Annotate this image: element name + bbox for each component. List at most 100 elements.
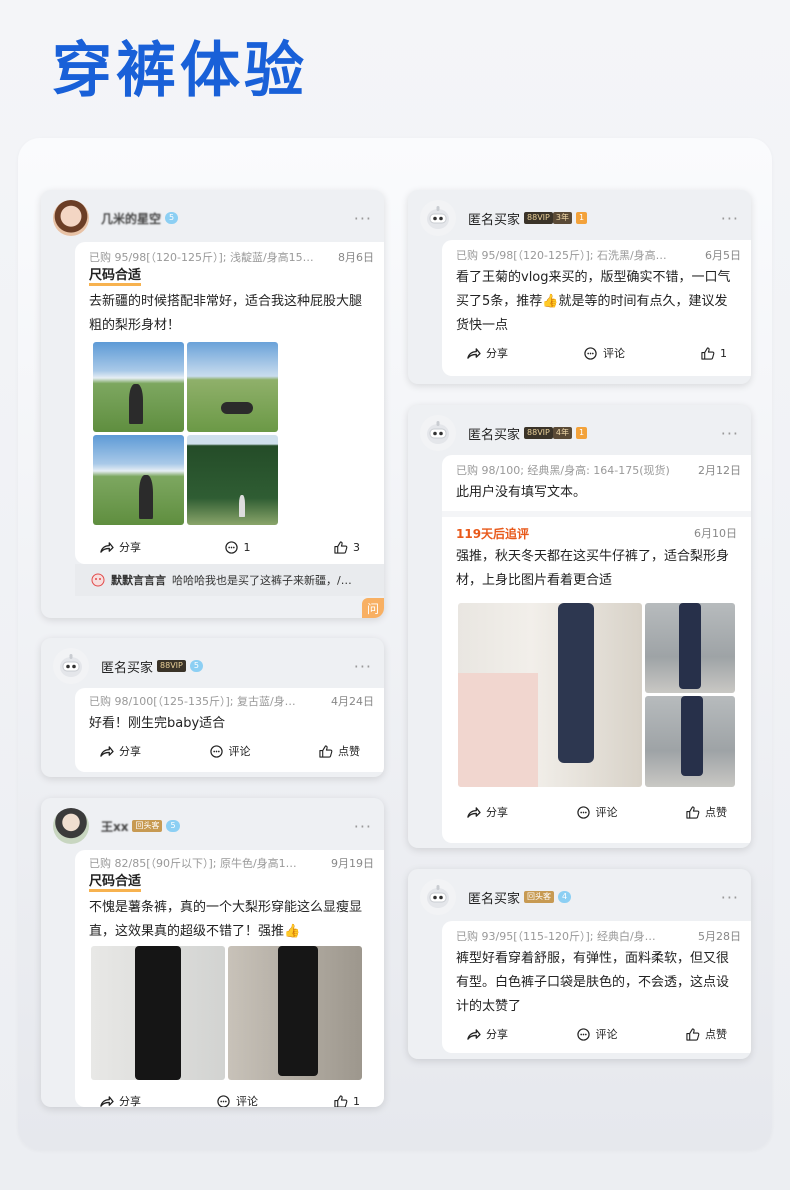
more-options-icon[interactable]: ··· bbox=[721, 209, 739, 228]
robot-avatar-icon bbox=[60, 654, 82, 677]
review-card[interactable]: 王xx 回头客 5 ··· 已购 82/85[（90斤以下）]; 原牛色/身高1… bbox=[41, 798, 384, 1107]
like-label: 点赞 bbox=[338, 745, 360, 758]
reviewer-name[interactable]: 匿名买家 bbox=[101, 657, 153, 676]
comment-button[interactable]: 评论 bbox=[583, 345, 625, 361]
comment-label: 评论 bbox=[595, 806, 618, 819]
comment-button[interactable]: 1 bbox=[224, 541, 251, 554]
share-button[interactable]: 分享 bbox=[99, 539, 141, 555]
review-photo[interactable] bbox=[187, 342, 278, 432]
like-button[interactable]: 1 bbox=[333, 1094, 360, 1108]
review-card[interactable]: 匿名买家 88VIP 5 ··· 已购 98/100[（125-135斤）]; … bbox=[41, 638, 384, 777]
comment-count: 1 bbox=[243, 540, 251, 554]
like-button[interactable]: 1 bbox=[700, 347, 727, 360]
vip-years-badge: 4年 bbox=[552, 427, 572, 439]
comment-button[interactable]: 评论 bbox=[576, 1026, 618, 1042]
more-options-icon[interactable]: ··· bbox=[721, 888, 739, 907]
share-icon bbox=[100, 745, 114, 757]
diamond-badge: 5 bbox=[166, 820, 180, 832]
share-button[interactable]: 分享 bbox=[466, 804, 508, 820]
returning-customer-badge: 回头客 bbox=[524, 891, 555, 903]
share-label: 分享 bbox=[486, 347, 508, 360]
reviewer-name[interactable]: 王xx bbox=[101, 818, 128, 835]
review-photo[interactable] bbox=[645, 603, 735, 693]
more-options-icon[interactable]: ··· bbox=[354, 209, 372, 228]
more-options-icon[interactable]: ··· bbox=[354, 657, 372, 676]
review-text: 看了王菊的vlog来买的，版型确实不错，一口气买了5条，推荐👍就是等的时间有点久… bbox=[456, 270, 731, 333]
review-header: 几米的星空 5 ··· bbox=[53, 198, 372, 238]
review-actions: 分享 1 3 bbox=[75, 532, 384, 562]
robot-avatar-icon bbox=[427, 206, 449, 229]
thumbs-up-icon bbox=[686, 1027, 700, 1041]
comment-button[interactable]: 评论 bbox=[216, 1093, 258, 1107]
review-actions: 分享 评论 点赞 bbox=[75, 736, 384, 766]
avatar[interactable] bbox=[420, 415, 456, 451]
like-button[interactable]: 点赞 bbox=[318, 743, 360, 759]
more-options-icon[interactable]: ··· bbox=[354, 817, 372, 836]
avatar[interactable] bbox=[53, 200, 89, 236]
review-card[interactable]: 匿名买家 回头客 4 ··· 已购 93/95[（115-120斤）]; 经典白… bbox=[408, 869, 751, 1059]
avatar[interactable] bbox=[53, 808, 89, 844]
review-body: 已购 95/98[（120-125斤）]; 石洗黑/身高… 6月5日 看了王菊的… bbox=[442, 240, 751, 376]
like-count: 1 bbox=[720, 346, 727, 360]
review-text: 去新疆的时候搭配非常好，适合我这种屁股大腿粗的梨形身材！ bbox=[89, 294, 363, 333]
review-body: 已购 95/98[（120-125斤）]; 浅靛蓝/身高15… 8月6日 尺码合… bbox=[75, 242, 384, 564]
ask-button[interactable]: 问 bbox=[362, 598, 384, 618]
review-text: 裤型好看穿着舒服，有弹性，面料柔软，但又很有型。白色裤子口袋是肤色的，不会透，这… bbox=[456, 951, 730, 1014]
review-date: 6月5日 bbox=[705, 249, 741, 262]
like-button[interactable]: 点赞 bbox=[685, 804, 727, 820]
review-text: 此用户没有填写文本。 bbox=[456, 485, 587, 500]
share-button[interactable]: 分享 bbox=[99, 1093, 141, 1107]
purchase-meta: 已购 93/95[（115-120斤）]; 经典白/身… 5月28日 bbox=[442, 925, 751, 947]
share-button[interactable]: 分享 bbox=[466, 1026, 508, 1042]
reply-preview[interactable]: 默默言言言 哈哈哈我也是买了这裤子来新疆，/… bbox=[75, 564, 384, 596]
review-photo[interactable] bbox=[645, 696, 735, 787]
review-photo[interactable] bbox=[187, 435, 278, 525]
review-header: 匿名买家 回头客 4 ··· bbox=[420, 877, 739, 917]
followup-header: 119天后追评 6月10日 bbox=[442, 521, 751, 545]
review-photo[interactable] bbox=[458, 603, 642, 787]
review-photo[interactable] bbox=[93, 435, 184, 525]
review-date: 4月24日 bbox=[331, 695, 374, 708]
purchase-spec: 已购 95/98[（120-125斤）]; 石洗黑/身高… bbox=[456, 249, 667, 262]
reviewer-name[interactable]: 几米的星空 bbox=[101, 210, 161, 227]
reviewer-name[interactable]: 匿名买家 bbox=[468, 209, 520, 228]
review-photo[interactable] bbox=[228, 946, 362, 1080]
review-actions: 分享 评论 1 bbox=[442, 338, 751, 368]
vip-badge: 88VIP bbox=[524, 427, 553, 439]
review-card[interactable]: 匿名买家 88VIP 4年 1 ··· 已购 98/100; 经典黑/身高: 1… bbox=[408, 405, 751, 848]
review-card[interactable]: 匿名买家 88VIP 3年 1 ··· 已购 95/98[（120-125斤）]… bbox=[408, 190, 751, 384]
divider bbox=[442, 511, 751, 517]
review-card[interactable]: 几米的星空 5 ··· 已购 95/98[（120-125斤）]; 浅靛蓝/身高… bbox=[41, 190, 384, 618]
like-button[interactable]: 3 bbox=[333, 541, 360, 554]
review-body: 已购 98/100[（125-135斤）]; 复古蓝/身… 4月24日 好看！刚… bbox=[75, 688, 384, 772]
avatar[interactable] bbox=[53, 648, 89, 684]
comment-label: 评论 bbox=[595, 1028, 618, 1041]
share-icon bbox=[467, 1028, 481, 1040]
comment-icon bbox=[217, 1094, 230, 1107]
share-label: 分享 bbox=[119, 541, 141, 554]
review-actions: 分享 评论 点赞 bbox=[442, 797, 751, 827]
share-button[interactable]: 分享 bbox=[466, 345, 508, 361]
comment-icon bbox=[224, 540, 238, 554]
comment-button[interactable]: 评论 bbox=[209, 743, 251, 759]
comment-button[interactable]: 评论 bbox=[576, 804, 618, 820]
vip-badge: 88VIP bbox=[524, 212, 553, 224]
review-photo[interactable] bbox=[93, 342, 184, 432]
like-button[interactable]: 点赞 bbox=[685, 1026, 727, 1042]
more-options-icon[interactable]: ··· bbox=[721, 424, 739, 443]
comment-icon bbox=[209, 744, 223, 758]
review-text: 不愧是薯条裤，真的一个大梨形穿能这么显瘦显直，这效果真的超级不错了！强推👍 bbox=[89, 900, 363, 939]
returning-customer-badge: 回头客 bbox=[132, 820, 163, 832]
like-count: 1 bbox=[353, 1094, 360, 1108]
thumbs-up-icon bbox=[701, 346, 715, 360]
avatar[interactable] bbox=[420, 879, 456, 915]
review-photo[interactable] bbox=[91, 946, 225, 1080]
thumbs-up-icon bbox=[334, 1094, 348, 1107]
robot-avatar-icon bbox=[427, 421, 449, 444]
avatar[interactable] bbox=[420, 200, 456, 236]
size-tag: 尺码合适 bbox=[75, 874, 384, 892]
reviewer-name[interactable]: 匿名买家 bbox=[468, 424, 520, 443]
crown-badge: 1 bbox=[575, 212, 588, 224]
share-button[interactable]: 分享 bbox=[99, 743, 141, 759]
reviewer-name[interactable]: 匿名买家 bbox=[468, 888, 520, 907]
